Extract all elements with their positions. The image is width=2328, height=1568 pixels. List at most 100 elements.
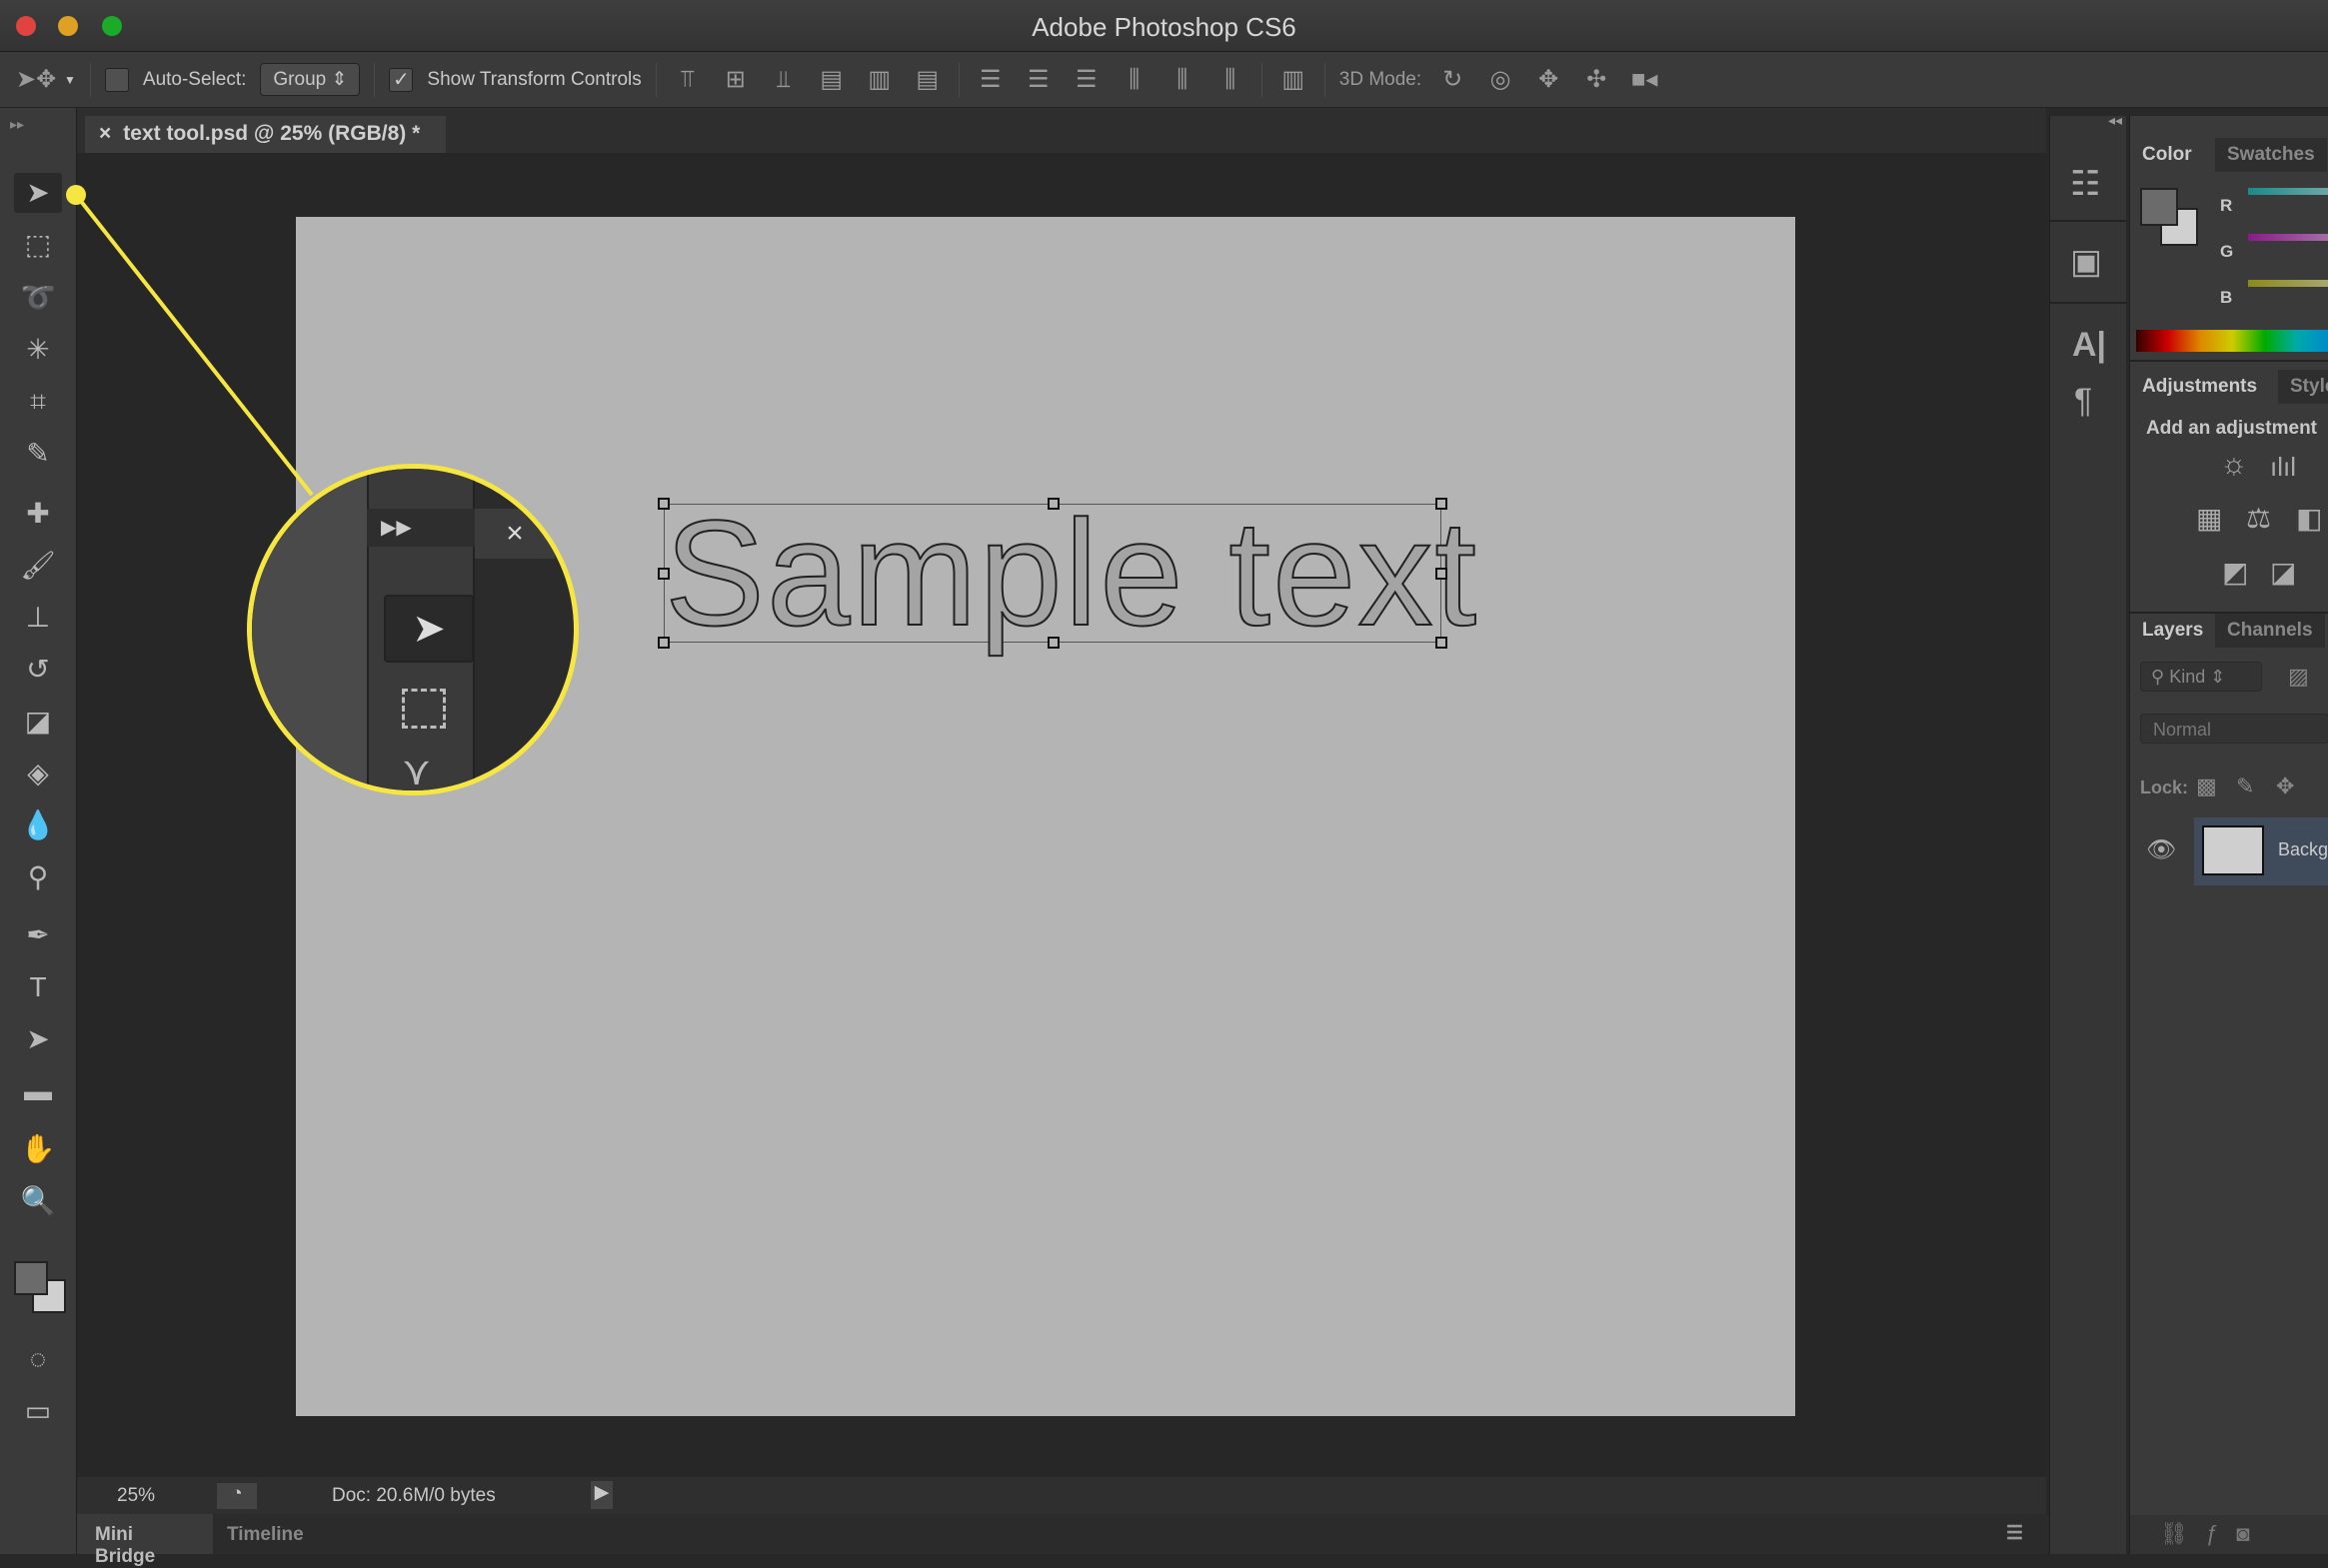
visibility-eye-icon[interactable]: 👁 <box>2146 835 2176 864</box>
align-left-icon[interactable]: ▤ <box>815 65 849 94</box>
layer-filter-dropdown[interactable]: ⚲ Kind ⇕ <box>2140 662 2262 692</box>
options-bar: ➤✥ ▼ Auto-Select: Group ⇕ ✓ Show Transfo… <box>0 52 2328 108</box>
filter-image-icon[interactable]: ▨ <box>2288 664 2309 690</box>
adjustments-heading: Add an adjustment <box>2146 418 2318 439</box>
distribute-vcenter-icon[interactable]: ☰ <box>1022 65 1056 94</box>
hand-tool-icon[interactable]: ✋ <box>14 1129 62 1169</box>
transform-handle[interactable] <box>1048 498 1060 510</box>
auto-align-icon[interactable]: ▥ <box>1276 65 1310 94</box>
align-bottom-icon[interactable]: ⫫ <box>767 66 801 94</box>
transform-handle[interactable] <box>1048 637 1060 649</box>
healing-brush-tool-icon[interactable]: ✚ <box>14 494 62 534</box>
auto-select-dropdown[interactable]: Group ⇕ <box>260 63 361 96</box>
hue-saturation-icon[interactable]: ▦ <box>2196 502 2222 535</box>
document-tab[interactable]: × text tool.psd @ 25% (RGB/8) * <box>85 116 446 153</box>
zoom-tool-icon[interactable]: 🔍 <box>14 1181 62 1221</box>
blur-tool-icon[interactable]: 💧 <box>14 805 62 845</box>
3d-roll-icon[interactable]: ◎ <box>1483 65 1517 94</box>
tab-swatches[interactable]: Swatches <box>2215 138 2327 172</box>
pen-tool-icon[interactable]: ✒ <box>14 915 62 955</box>
r-slider[interactable] <box>2248 188 2328 195</box>
transform-handle[interactable] <box>1435 637 1447 649</box>
3d-pan-icon[interactable]: ✥ <box>1531 65 1565 94</box>
screen-mode-icon[interactable]: ▭ <box>14 1391 62 1431</box>
distribute-left-icon[interactable]: ⫼ <box>1118 66 1152 94</box>
document-canvas[interactable] <box>296 217 1795 1416</box>
quick-mask-icon[interactable]: ◌ <box>14 1339 62 1379</box>
distribute-right-icon[interactable]: ⫼ <box>1213 66 1247 94</box>
tab-channels[interactable]: Channels <box>2215 614 2325 648</box>
brightness-contrast-icon[interactable]: ☼ <box>2220 448 2248 482</box>
move-tool-icon[interactable]: ➤ <box>14 173 62 213</box>
stamp-tool-icon[interactable]: ⊥ <box>14 598 62 638</box>
distribute-top-icon[interactable]: ☰ <box>974 65 1008 94</box>
g-slider[interactable] <box>2248 234 2328 241</box>
foreground-color-swatch[interactable] <box>14 1261 48 1295</box>
close-tab-icon[interactable]: × <box>99 122 111 145</box>
crop-tool-icon[interactable]: ⌗ <box>14 382 62 422</box>
transform-handle[interactable] <box>658 637 670 649</box>
align-right-icon[interactable]: ▤ <box>911 65 945 94</box>
color-balance-icon[interactable]: ⚖ <box>2246 502 2271 535</box>
color-spectrum[interactable] <box>2136 330 2328 352</box>
eraser-tool-icon[interactable]: ◪ <box>14 702 62 742</box>
add-mask-icon[interactable]: ◙ <box>2236 1521 2267 1546</box>
dodge-tool-icon[interactable]: ⚲ <box>14 857 62 897</box>
3d-scale-icon[interactable]: ■◂ <box>1627 65 1661 94</box>
auto-select-checkbox[interactable] <box>104 67 129 92</box>
status-expand-arrow-icon[interactable]: ▶ <box>591 1481 613 1509</box>
history-panel-icon[interactable]: ☷ <box>2070 164 2100 204</box>
magic-wand-tool-icon[interactable]: ✳ <box>14 330 62 370</box>
levels-icon[interactable]: ılıl <box>2270 452 2296 483</box>
fx-icon[interactable]: ƒ <box>2206 1521 2236 1546</box>
align-top-icon[interactable]: ⫪ <box>671 66 705 94</box>
lasso-tool-icon[interactable]: ➰ <box>14 278 62 318</box>
distribute-hcenter-icon[interactable]: ⫼ <box>1165 66 1199 94</box>
tab-mini-bridge[interactable]: Mini Bridge <box>77 1514 213 1567</box>
type-tool-icon[interactable]: T <box>14 967 62 1007</box>
lock-transparency-icon[interactable]: ▩ <box>2196 774 2217 799</box>
paint-bucket-tool-icon[interactable]: ◈ <box>14 754 62 793</box>
tab-styles[interactable]: Styles <box>2278 370 2328 404</box>
invert-icon[interactable]: ◩ <box>2222 556 2248 589</box>
blend-mode-dropdown[interactable]: Normal <box>2140 714 2328 744</box>
layer-row-background[interactable]: Background <box>2194 817 2328 885</box>
show-transform-checkbox[interactable]: ✓ <box>389 67 414 92</box>
black-white-icon[interactable]: ◧ <box>2296 502 2322 535</box>
transform-handle[interactable] <box>658 568 670 580</box>
tab-color[interactable]: Color <box>2130 138 2204 172</box>
tab-layers[interactable]: Layers <box>2130 614 2215 648</box>
foreground-color-swatch[interactable] <box>2140 188 2178 226</box>
tab-timeline[interactable]: Timeline <box>227 1524 304 1546</box>
move-tool-preset-icon[interactable]: ➤✥ <box>16 65 56 94</box>
eyedropper-tool-icon[interactable]: ✎ <box>14 434 62 474</box>
expand-icon[interactable]: ▸▸ <box>10 116 24 133</box>
text-layer-transform-box[interactable]: Sample text <box>658 488 1477 658</box>
gradient-map-icon[interactable]: ◪ <box>2270 556 2296 589</box>
tab-adjustments[interactable]: Adjustments <box>2130 370 2269 404</box>
transform-handle[interactable] <box>1435 568 1447 580</box>
b-slider[interactable] <box>2248 280 2328 287</box>
path-selection-tool-icon[interactable]: ➤ <box>14 1019 62 1059</box>
collapse-icon[interactable]: ◂◂ <box>2108 112 2122 129</box>
zoom-level[interactable]: 25% <box>117 1485 155 1507</box>
marquee-tool-icon[interactable]: ⬚ <box>14 225 62 265</box>
3d-panel-icon[interactable]: ▣ <box>2070 242 2102 282</box>
history-brush-tool-icon[interactable]: ↺ <box>14 650 62 690</box>
lock-pixels-icon[interactable]: ✎ <box>2236 774 2254 799</box>
character-panel-icon[interactable]: A| <box>2072 326 2106 365</box>
link-layers-icon[interactable]: ⛓ <box>2160 1521 2206 1546</box>
paragraph-panel-icon[interactable]: ¶ <box>2074 382 2092 421</box>
brush-tool-icon[interactable]: 🖌 <box>14 546 62 586</box>
align-hcenter-icon[interactable]: ▥ <box>863 65 897 94</box>
transform-handle[interactable] <box>658 498 670 510</box>
status-menu-icon[interactable]: ◔ <box>217 1483 257 1509</box>
3d-slide-icon[interactable]: ✣ <box>1579 65 1613 94</box>
transform-handle[interactable] <box>1435 498 1447 510</box>
align-vcenter-icon[interactable]: ⊞ <box>719 65 753 94</box>
rectangle-tool-icon[interactable]: ▬ <box>14 1071 62 1111</box>
3d-rotate-icon[interactable]: ↻ <box>1435 65 1469 94</box>
distribute-bottom-icon[interactable]: ☰ <box>1070 65 1104 94</box>
panel-menu-icon[interactable]: ☰ <box>2006 1522 2023 1545</box>
lock-position-icon[interactable]: ✥ <box>2276 774 2294 799</box>
